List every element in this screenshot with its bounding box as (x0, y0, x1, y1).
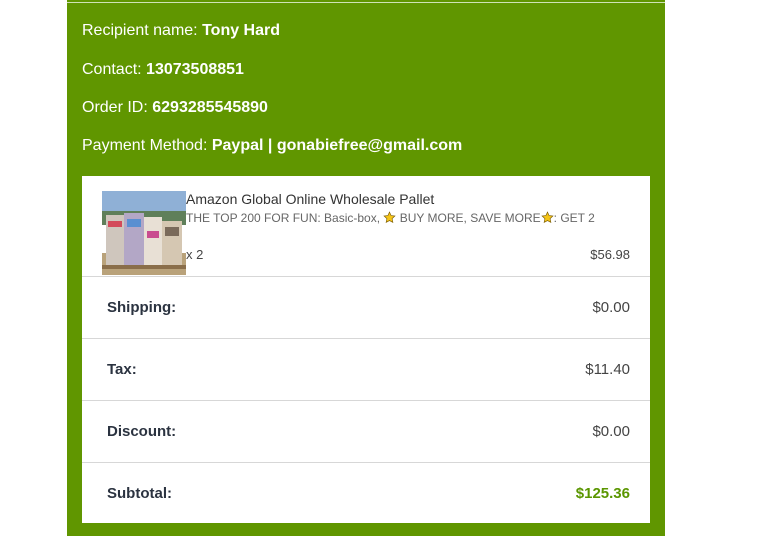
payment-method: Paypal (211, 137, 264, 154)
payment-line: Payment Method: Paypal | gonabiefree@gma… (82, 137, 462, 155)
tax-value: $11.40 (585, 361, 630, 378)
variant-text-3: : GET 2 (553, 211, 595, 225)
recipient-line: Recipient name: Tony Hard (82, 22, 280, 40)
tax-row: Tax: $11.40 (82, 338, 650, 401)
shipping-value: $0.00 (592, 299, 630, 316)
order-summary-card: Amazon Global Online Wholesale Pallet TH… (82, 176, 650, 523)
variant-text-1: THE TOP 200 FOR FUN: Basic-box, (186, 211, 381, 225)
recipient-name: Tony Hard (202, 22, 281, 39)
shipping-label: Shipping: (107, 299, 177, 316)
variant-text-2: BUY MORE, SAVE MORE (399, 211, 541, 225)
star-icon (541, 211, 554, 224)
order-id-value: 6293285545890 (152, 99, 268, 116)
discount-label: Discount: (107, 423, 177, 440)
order-details-panel: Recipient name: Tony Hard Contact: 13073… (67, 0, 665, 536)
product-quantity: x 2 (186, 247, 204, 262)
contact-label: Contact: (82, 61, 142, 78)
star-icon (383, 211, 397, 224)
order-id-line: Order ID: 6293285545890 (82, 99, 268, 117)
product-image[interactable] (102, 191, 186, 275)
order-id-label: Order ID: (82, 99, 148, 116)
contact-line: Contact: 13073508851 (82, 61, 244, 79)
shipping-row: Shipping: $0.00 (82, 276, 650, 339)
payment-email: gonabiefree@gmail.com (276, 137, 463, 154)
subtotal-value: $125.36 (575, 485, 630, 502)
product-variant: THE TOP 200 FOR FUN: Basic-box, BUY MORE… (186, 211, 595, 225)
product-name[interactable]: Amazon Global Online Wholesale Pallet (186, 191, 434, 207)
discount-value: $0.00 (592, 423, 630, 440)
subtotal-label: Subtotal: (107, 485, 172, 502)
contact-value: 13073508851 (146, 61, 244, 78)
product-item[interactable]: Amazon Global Online Wholesale Pallet TH… (82, 176, 650, 276)
product-price: $56.98 (590, 247, 630, 262)
divider (67, 2, 665, 3)
subtotal-row: Subtotal: $125.36 (82, 462, 650, 525)
pallet-photo-icon (102, 191, 186, 275)
payment-separator: | (267, 137, 273, 154)
discount-row: Discount: $0.00 (82, 400, 650, 463)
tax-label: Tax: (107, 361, 137, 378)
recipient-label: Recipient name: (82, 22, 198, 39)
payment-label: Payment Method: (82, 137, 208, 154)
